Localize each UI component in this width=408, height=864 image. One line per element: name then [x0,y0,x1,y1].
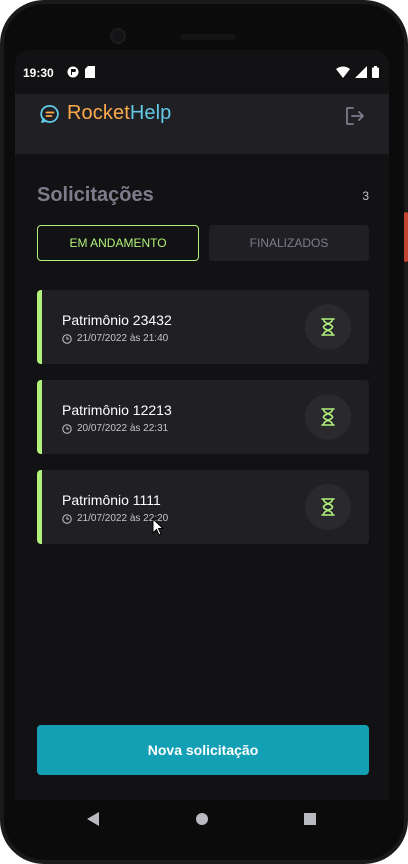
home-icon[interactable] [196,813,208,825]
earpiece-speaker [180,34,236,40]
hourglass-icon [321,498,335,516]
orders-list: Patrimônio 23432 21/07/2022 às 21:40 Pat… [37,290,369,560]
app-notification-icon [67,66,79,78]
order-date: 20/07/2022 às 22:31 [77,423,169,434]
order-card[interactable]: Patrimônio 12213 20/07/2022 às 22:31 [37,380,369,454]
brand-name: RocketHelp [67,102,171,125]
status-time: 19:30 [23,66,54,80]
brand-name-second: Help [129,102,172,124]
order-status-badge [305,484,351,530]
status-indicator-bar [37,290,42,364]
cellular-signal-icon [355,66,367,78]
app-logo: RocketHelp [39,102,171,125]
tab-in-progress[interactable]: EM ANDAMENTO [37,225,199,261]
logout-icon[interactable] [343,104,367,128]
clock-icon [62,423,72,434]
new-request-button[interactable]: Nova solicitação [37,725,369,775]
status-indicator-bar [37,470,42,544]
page-title: Solicitações [37,184,154,206]
list-heading: Solicitações 3 [37,184,369,207]
battery-icon [372,66,379,78]
brand-name-first: Rocket [67,102,130,124]
order-date-row: 21/07/2022 às 21:40 [62,333,168,344]
clock-icon [62,333,72,344]
hourglass-icon [321,318,335,336]
order-status-badge [305,394,351,440]
back-icon[interactable] [87,812,99,826]
order-status-badge [305,304,351,350]
clock-icon [62,513,72,524]
sd-card-icon [85,66,95,78]
chat-bubble-icon [40,104,59,123]
power-button [404,212,408,262]
order-title: Patrimônio 12213 [62,402,172,418]
order-title: Patrimônio 23432 [62,312,172,328]
phone-frame: 19:30 RocketHelp Solicitações 3 EM ANDAM… [0,0,408,864]
front-camera [110,28,126,44]
android-nav-bar [15,800,389,840]
hourglass-icon [321,408,335,426]
wifi-icon [336,66,350,78]
orders-count: 3 [362,188,369,203]
order-date-row: 20/07/2022 às 22:31 [62,423,168,434]
recent-apps-icon[interactable] [304,813,316,825]
order-card[interactable]: Patrimônio 23432 21/07/2022 às 21:40 [37,290,369,364]
order-card[interactable]: Patrimônio 1111 21/07/2022 às 22:20 [37,470,369,544]
order-title: Patrimônio 1111 [62,492,161,508]
app-screen: 19:30 RocketHelp Solicitações 3 EM ANDAM… [15,50,389,800]
status-indicator-bar [37,380,42,454]
tab-finished[interactable]: FINALIZADOS [209,225,369,261]
status-filter-tabs: EM ANDAMENTO FINALIZADOS [37,225,369,261]
status-system-icons [336,66,379,78]
status-bar: 19:30 [15,50,389,94]
order-date: 21/07/2022 às 21:40 [77,333,169,344]
status-notifications [67,66,95,78]
app-header: RocketHelp [15,94,389,154]
mouse-pointer-icon [152,518,164,536]
